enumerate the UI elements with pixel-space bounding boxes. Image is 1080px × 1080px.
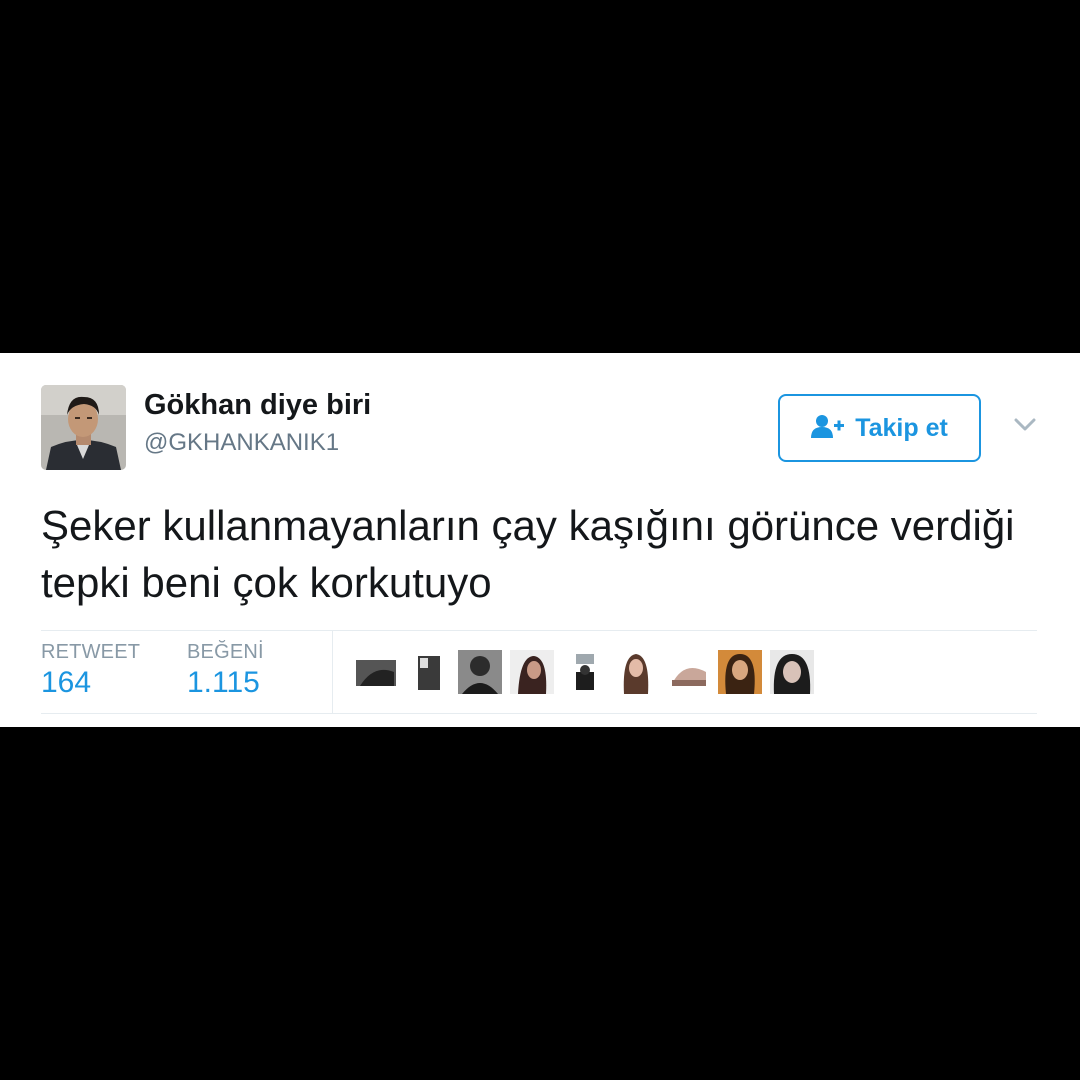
tweet-text: Şeker kullanmayanların çay kaşığını görü… xyxy=(41,502,1015,606)
liker-avatar[interactable] xyxy=(666,650,710,694)
liker-avatar[interactable] xyxy=(510,650,554,694)
like-label: BEĞENİ xyxy=(187,641,264,663)
liker-avatar[interactable] xyxy=(614,650,658,694)
author-avatar[interactable] xyxy=(41,385,126,470)
follow-button-label: Takip et xyxy=(855,413,948,442)
follow-button[interactable]: Takip et xyxy=(778,394,981,462)
liker-avatar[interactable] xyxy=(718,650,762,694)
like-count[interactable]: 1.115 xyxy=(187,666,260,700)
liker-avatar[interactable] xyxy=(770,650,814,694)
liker-avatar[interactable] xyxy=(562,650,606,694)
chevron-down-icon[interactable] xyxy=(1010,412,1040,436)
stats-divider-vertical xyxy=(332,631,333,713)
retweet-label: RETWEET xyxy=(41,641,141,663)
stats-divider-top xyxy=(41,630,1037,631)
top-black-bar xyxy=(0,0,1080,353)
liker-avatar[interactable] xyxy=(406,650,450,694)
retweet-count[interactable]: 164 xyxy=(41,666,91,700)
author-handle[interactable]: @GKHANKANIK1 xyxy=(144,429,339,457)
bottom-black-bar xyxy=(0,727,1080,1080)
liker-avatar[interactable] xyxy=(354,650,398,694)
stats-divider-bottom xyxy=(41,713,1037,714)
author-display-name[interactable]: Gökhan diye biri xyxy=(144,389,371,422)
add-user-icon xyxy=(811,414,845,443)
liker-avatar[interactable] xyxy=(458,650,502,694)
